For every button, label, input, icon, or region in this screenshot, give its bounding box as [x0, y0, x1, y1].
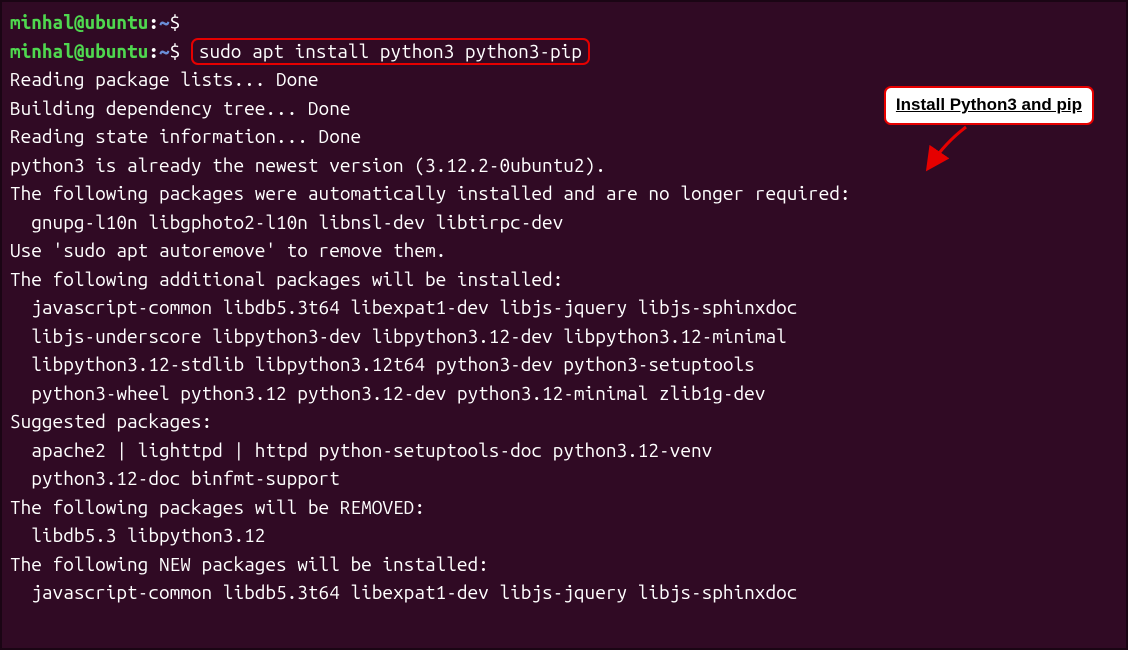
output-line: libdb5.3 libpython3.12 — [10, 521, 1118, 550]
terminal-output: Reading package lists... DoneBuilding de… — [10, 65, 1118, 607]
output-line: gnupg-l10n libgphoto2-l10n libnsl-dev li… — [10, 208, 1118, 237]
output-line: javascript-common libdb5.3t64 libexpat1-… — [10, 293, 1118, 322]
prompt-symbol: $ — [170, 11, 181, 33]
prompt-colon: : — [148, 40, 159, 62]
output-line: Reading state information... Done — [10, 122, 1118, 151]
output-line: python3 is already the newest version (3… — [10, 151, 1118, 180]
prompt-path: ~ — [159, 11, 170, 33]
output-line: apache2 | lighttpd | httpd python-setupt… — [10, 436, 1118, 465]
output-line: libpython3.12-stdlib libpython3.12t64 py… — [10, 350, 1118, 379]
command-text: sudo apt install python3 python3-pip — [199, 40, 582, 62]
output-line: The following NEW packages will be insta… — [10, 550, 1118, 579]
prompt-user: minhal@ubuntu — [10, 40, 148, 62]
prompt-colon: : — [148, 11, 159, 33]
output-line: python3.12-doc binfmt-support — [10, 464, 1118, 493]
prompt-line-empty: minhal@ubuntu:~$ — [10, 8, 1118, 37]
output-line: Use 'sudo apt autoremove' to remove them… — [10, 236, 1118, 265]
command-highlight-box: sudo apt install python3 python3-pip — [191, 38, 590, 66]
prompt-symbol: $ — [170, 40, 181, 62]
output-line: python3-wheel python3.12 python3.12-dev … — [10, 379, 1118, 408]
annotation-callout: Install Python3 and pip — [884, 86, 1094, 125]
output-line: The following packages will be REMOVED: — [10, 493, 1118, 522]
output-line: javascript-common libdb5.3t64 libexpat1-… — [10, 578, 1118, 607]
output-line: The following packages were automaticall… — [10, 179, 1118, 208]
prompt-path: ~ — [159, 40, 170, 62]
prompt-user: minhal@ubuntu — [10, 11, 148, 33]
output-line: libjs-underscore libpython3-dev libpytho… — [10, 322, 1118, 351]
output-line: Suggested packages: — [10, 407, 1118, 436]
output-line: The following additional packages will b… — [10, 265, 1118, 294]
prompt-line-command[interactable]: minhal@ubuntu:~$ sudo apt install python… — [10, 37, 1118, 66]
